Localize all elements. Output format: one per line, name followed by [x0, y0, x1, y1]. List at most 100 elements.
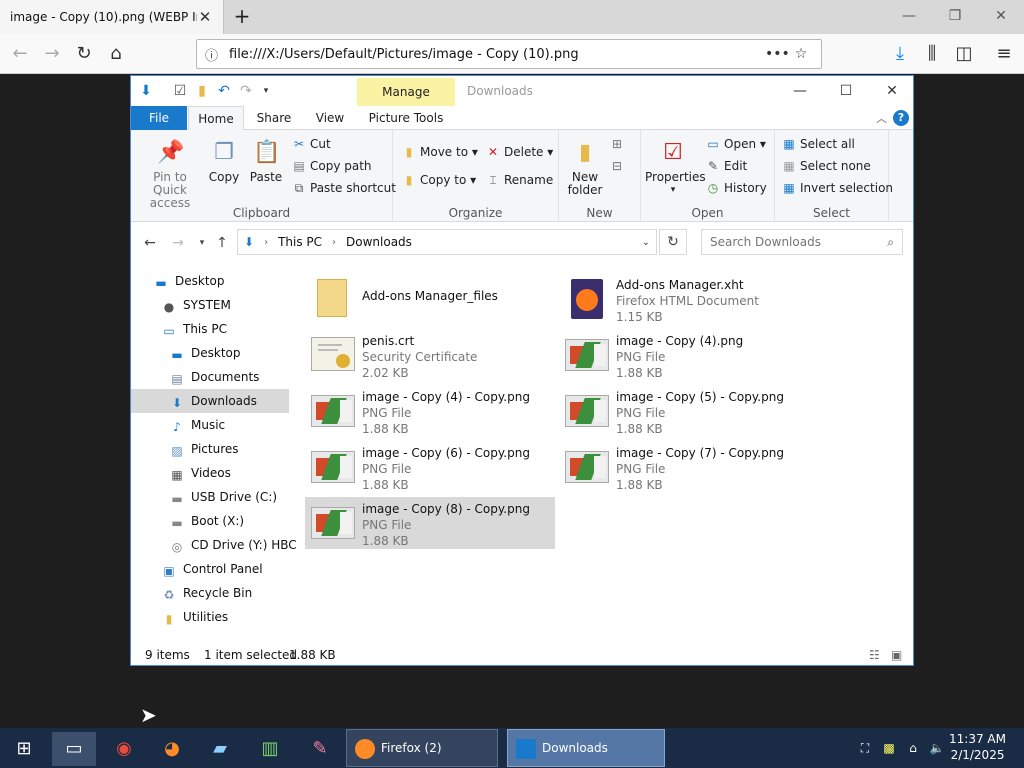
open-button[interactable]: ▭ Open ▾	[705, 134, 766, 154]
volume-muted-icon[interactable]: 🔈	[928, 740, 946, 756]
breadcrumb-this-pc[interactable]: This PC	[278, 235, 322, 249]
info-icon[interactable]: ⓘ	[205, 45, 225, 64]
pin-quick-access-button[interactable]: 📌 Pin to Quick access	[137, 138, 203, 210]
tab-file[interactable]: File	[131, 106, 187, 130]
forward-icon[interactable]: →	[38, 40, 66, 68]
address-bar[interactable]: ⬇ › This PC › Downloads ⌄	[237, 229, 657, 255]
back-icon[interactable]: ←	[6, 40, 34, 68]
file-item[interactable]: image - Copy (7) - Copy.png PNG File 1.88 …	[559, 441, 809, 493]
notepad-icon[interactable]: ▰	[198, 732, 242, 766]
nav-item-videos[interactable]: ▦ Videos	[131, 461, 289, 485]
chrome-icon[interactable]: ◉	[102, 732, 146, 766]
recent-locations-icon[interactable]: ▾	[191, 232, 213, 254]
edit-button[interactable]: ✎ Edit	[705, 156, 747, 176]
easy-access-button[interactable]: ⊟	[609, 156, 628, 176]
breadcrumb-downloads[interactable]: Downloads	[346, 235, 412, 249]
redo-icon[interactable]: ↷	[237, 82, 255, 100]
nav-item-recycle-bin[interactable]: ♻ Recycle Bin	[131, 581, 289, 605]
downloads-arrow-icon[interactable]: ⤓	[886, 40, 914, 68]
tab-view[interactable]: View	[305, 106, 355, 130]
properties-check-icon[interactable]: ☑	[171, 82, 189, 100]
nav-item-usb-drive-c[interactable]: ▬ USB Drive (C:)	[131, 485, 289, 509]
nav-item-music[interactable]: ♪ Music	[131, 413, 289, 437]
collapse-ribbon-icon[interactable]: ︿	[876, 110, 887, 126]
file-item[interactable]: image - Copy (8) - Copy.png PNG File 1.88 …	[305, 497, 555, 549]
sidebar-icon[interactable]: ◫	[950, 40, 978, 68]
nav-item-boot-x[interactable]: ▬ Boot (X:)	[131, 509, 289, 533]
reload-icon[interactable]: ↻	[70, 40, 98, 68]
search-box[interactable]: ⌕	[701, 229, 903, 255]
tab-picture-tools[interactable]: Picture Tools	[361, 106, 451, 130]
bookmark-star-icon[interactable]: ☆	[789, 46, 813, 62]
hamburger-menu-icon[interactable]: ≡	[990, 40, 1018, 68]
nav-item-system[interactable]: ● SYSTEM	[131, 293, 289, 317]
nav-item-documents[interactable]: ▤ Documents	[131, 365, 289, 389]
tab-share[interactable]: Share	[249, 106, 299, 130]
spreadsheet-icon[interactable]: ▥	[248, 732, 292, 766]
minimize-icon[interactable]: —	[886, 0, 932, 32]
file-item[interactable]: image - Copy (4) - Copy.png PNG File 1.88 …	[305, 385, 555, 437]
page-actions-icon[interactable]: •••	[765, 46, 790, 62]
paste-button[interactable]: 📋 Paste	[249, 138, 283, 184]
customize-toolbar-icon[interactable]: ▾	[257, 82, 275, 100]
taskbar-downloads-window[interactable]: Downloads	[507, 729, 665, 767]
network-icon[interactable]: ⛶	[856, 740, 874, 756]
clock[interactable]: 11:37 AM 2/1/2025	[949, 731, 1006, 763]
minimize-icon[interactable]: —	[777, 76, 823, 106]
nav-item-utilities[interactable]: ▮ Utilities	[131, 605, 289, 629]
large-icons-view-icon[interactable]: ▣	[891, 644, 902, 666]
nav-item-pictures[interactable]: ▨ Pictures	[131, 437, 289, 461]
select-all-button[interactable]: ▦ Select all	[781, 134, 855, 154]
new-folder-icon[interactable]: ▮	[193, 82, 211, 100]
display-icon[interactable]: ▩	[880, 740, 898, 756]
nav-item-downloads[interactable]: ⬇ Downloads	[131, 389, 289, 413]
file-item[interactable]: Add-ons Manager.xht Firefox HTML Document…	[559, 273, 809, 325]
properties-button[interactable]: ☑ Properties ▾	[645, 138, 706, 197]
refresh-icon[interactable]: ↻	[659, 229, 687, 255]
undo-icon[interactable]: ↶	[215, 82, 233, 100]
new-tab-icon[interactable]: +	[230, 4, 254, 28]
cut-button[interactable]: ✂ Cut	[291, 134, 331, 154]
maximize-icon[interactable]: ☐	[823, 76, 869, 106]
start-windows-icon[interactable]: ⊞	[2, 732, 46, 766]
search-input[interactable]	[710, 235, 888, 249]
help-icon[interactable]: ?	[893, 110, 909, 126]
close-window-icon[interactable]: ✕	[869, 76, 915, 106]
invert-selection-button[interactable]: ▦ Invert selection	[781, 178, 893, 198]
cmd-icon[interactable]: ▭	[52, 732, 96, 766]
taskbar-firefox-window[interactable]: Firefox (2)	[346, 729, 498, 767]
nav-item-this-pc[interactable]: ▭ This PC	[131, 317, 289, 341]
nav-item-desktop[interactable]: ▬ Desktop	[131, 269, 289, 293]
nav-item-cd-drive-y-hbc[interactable]: ◎ CD Drive (Y:) HBC	[131, 533, 297, 557]
url-bar[interactable]: ⓘ file:///X:/Users/Default/Pictures/imag…	[196, 39, 822, 69]
manage-tab[interactable]: Manage	[357, 78, 455, 106]
restore-icon[interactable]: ❐	[932, 0, 978, 32]
nav-item-control-panel[interactable]: ▣ Control Panel	[131, 557, 289, 581]
move-to-button[interactable]: ▮ Move to ▾	[401, 142, 478, 162]
firefox-icon[interactable]: ◕	[150, 732, 194, 766]
chevron-down-icon[interactable]: ⌄	[642, 237, 650, 248]
copy-path-button[interactable]: ▤ Copy path	[291, 156, 371, 176]
file-item[interactable]: image - Copy (5) - Copy.png PNG File 1.88 …	[559, 385, 809, 437]
url-text[interactable]: file:///X:/Users/Default/Pictures/image …	[225, 47, 765, 62]
paint-icon[interactable]: ✎	[298, 732, 342, 766]
paste-shortcut-button[interactable]: ⧉ Paste shortcut	[291, 178, 396, 198]
new-folder-button[interactable]: ▮ New folder	[563, 138, 607, 197]
new-item-button[interactable]: ⊞	[609, 134, 628, 154]
history-button[interactable]: ◷ History	[705, 178, 767, 198]
tab-home[interactable]: Home	[188, 106, 244, 130]
file-item[interactable]: image - Copy (6) - Copy.png PNG File 1.88 …	[305, 441, 555, 493]
file-item[interactable]: image - Copy (4).png PNG File 1.88 KB	[559, 329, 809, 381]
close-window-icon[interactable]: ✕	[978, 0, 1024, 32]
up-icon[interactable]: ↑	[211, 232, 233, 254]
forward-icon[interactable]: →	[167, 232, 189, 254]
browser-tab[interactable]: image - Copy (10).png (WEBP Image ✕	[0, 0, 224, 34]
copy-to-button[interactable]: ▮ Copy to ▾	[401, 170, 476, 190]
home-icon[interactable]: ⌂	[102, 40, 130, 68]
close-tab-icon[interactable]: ✕	[197, 8, 213, 26]
nav-item-desktop[interactable]: ▬ Desktop	[131, 341, 289, 365]
delete-button[interactable]: ✕ Delete ▾	[485, 142, 553, 162]
select-none-button[interactable]: ▦ Select none	[781, 156, 870, 176]
file-item[interactable]: penis.crt Security Certificate 2.02 KB	[305, 329, 555, 381]
details-view-icon[interactable]: ☷	[869, 644, 880, 666]
